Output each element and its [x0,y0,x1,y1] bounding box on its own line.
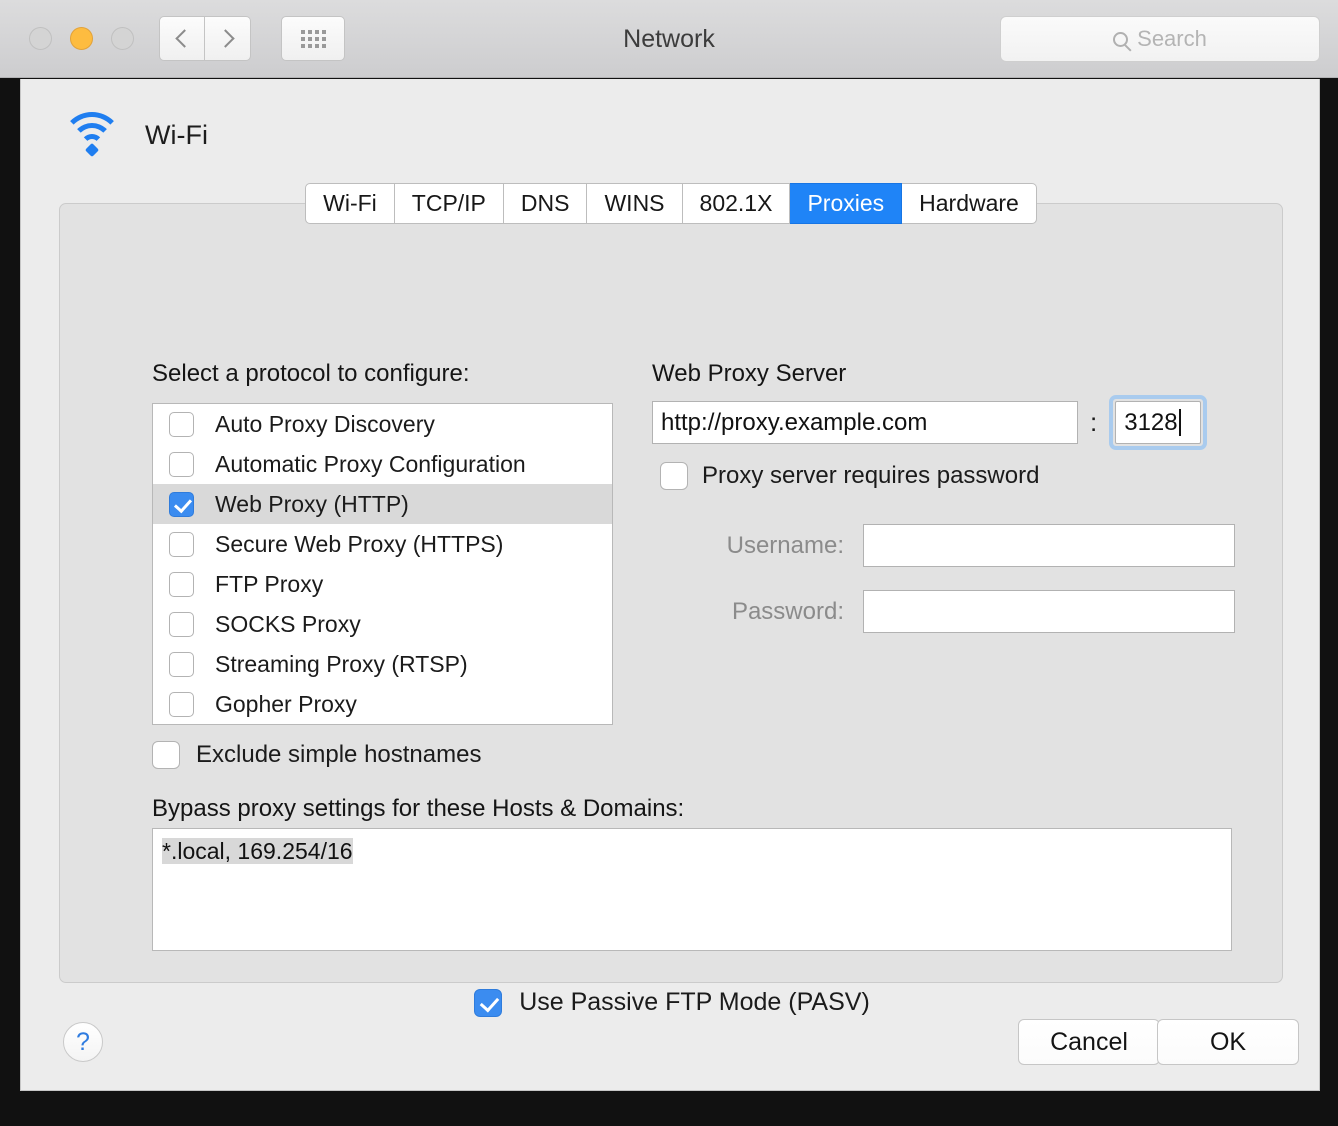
window-titlebar: Network Search [0,0,1338,78]
exclude-simple-hostnames-label: Exclude simple hostnames [196,741,481,769]
passive-ftp-row[interactable]: Use Passive FTP Mode (PASV) [60,988,1284,1017]
protocol-row[interactable]: Secure Web Proxy (HTTPS) [153,524,612,564]
protocol-checkbox[interactable] [169,412,194,437]
password-input[interactable] [863,590,1235,633]
help-button[interactable]: ? [63,1022,103,1062]
protocol-row[interactable]: Gopher Proxy [153,684,612,724]
text-caret [1179,409,1181,436]
tab-tcp-ip[interactable]: TCP/IP [395,183,504,224]
web-proxy-server-label: Web Proxy Server [652,360,846,388]
proxies-panel: Select a protocol to configure: Auto Pro… [59,203,1283,983]
wifi-icon [61,112,123,158]
protocol-label: Web Proxy (HTTP) [215,491,409,518]
cancel-button[interactable]: Cancel [1018,1019,1160,1065]
protocol-checkbox[interactable] [169,492,194,517]
interface-header: Wi-Fi [61,112,208,158]
screen: Network Search Wi-Fi Wi-FiTCP/IPDNSWINS8… [0,0,1338,1126]
tab-proxies[interactable]: Proxies [790,183,902,224]
requires-password-label: Proxy server requires password [702,462,1039,490]
search-icon [1113,32,1128,47]
exclude-simple-hostnames-checkbox[interactable] [152,741,180,769]
tab-hardware[interactable]: Hardware [902,183,1037,224]
proxy-port-value: 3128 [1124,409,1177,437]
protocol-checkbox[interactable] [169,572,194,597]
help-icon: ? [76,1028,90,1057]
protocol-row[interactable]: Web Proxy (HTTP) [153,484,612,524]
tab-wi-fi[interactable]: Wi-Fi [305,183,395,224]
protocol-checkbox[interactable] [169,652,194,677]
username-input[interactable] [863,524,1235,567]
password-label: Password: [652,598,844,626]
bypass-label: Bypass proxy settings for these Hosts & … [152,795,684,823]
proxies-sheet: Wi-Fi Wi-FiTCP/IPDNSWINS802.1XProxiesHar… [20,79,1320,1091]
protocol-label: Streaming Proxy (RTSP) [215,651,468,678]
proxy-host-input[interactable]: http://proxy.example.com [652,401,1078,444]
search-placeholder: Search [1137,26,1207,52]
protocol-label: Gopher Proxy [215,691,357,718]
protocol-row[interactable]: Streaming Proxy (RTSP) [153,644,612,684]
host-port-separator: : [1090,407,1097,438]
interface-name: Wi-Fi [145,120,208,151]
tab-wins[interactable]: WINS [587,183,682,224]
tab-dns[interactable]: DNS [504,183,588,224]
username-label: Username: [652,532,844,560]
passive-ftp-checkbox[interactable] [474,989,502,1017]
ok-button[interactable]: OK [1157,1019,1299,1065]
protocol-row[interactable]: SOCKS Proxy [153,604,612,644]
username-row: Username: [652,524,1235,567]
protocol-checkbox[interactable] [169,612,194,637]
protocol-row[interactable]: FTP Proxy [153,564,612,604]
tab-802-1x[interactable]: 802.1X [683,183,791,224]
protocol-label: Automatic Proxy Configuration [215,451,526,478]
protocol-checkbox[interactable] [169,532,194,557]
protocol-row[interactable]: Auto Proxy Discovery [153,404,612,444]
protocol-label: FTP Proxy [215,571,323,598]
protocol-label: Auto Proxy Discovery [215,411,435,438]
bypass-textarea[interactable]: *.local, 169.254/16 [152,828,1232,951]
bypass-value: *.local, 169.254/16 [162,838,353,864]
protocol-label: Secure Web Proxy (HTTPS) [215,531,503,558]
protocol-label: SOCKS Proxy [215,611,361,638]
password-row: Password: [652,590,1235,633]
proxy-port-focus-ring: 3128 [1109,395,1207,450]
protocol-checkbox[interactable] [169,692,194,717]
protocol-list-label: Select a protocol to configure: [152,360,470,388]
proxy-address-row: http://proxy.example.com : 3128 [652,395,1207,450]
search-field[interactable]: Search [1000,16,1320,62]
protocol-row[interactable]: Automatic Proxy Configuration [153,444,612,484]
proxy-port-input[interactable]: 3128 [1115,401,1201,444]
requires-password-checkbox[interactable] [660,462,688,490]
passive-ftp-label: Use Passive FTP Mode (PASV) [519,988,870,1017]
protocol-checkbox[interactable] [169,452,194,477]
protocol-list[interactable]: Auto Proxy Discovery Automatic Proxy Conf… [152,403,613,725]
requires-password-row[interactable]: Proxy server requires password [660,462,1039,490]
exclude-simple-hostnames-row[interactable]: Exclude simple hostnames [152,741,481,769]
tab-bar: Wi-FiTCP/IPDNSWINS802.1XProxiesHardware [21,183,1321,224]
